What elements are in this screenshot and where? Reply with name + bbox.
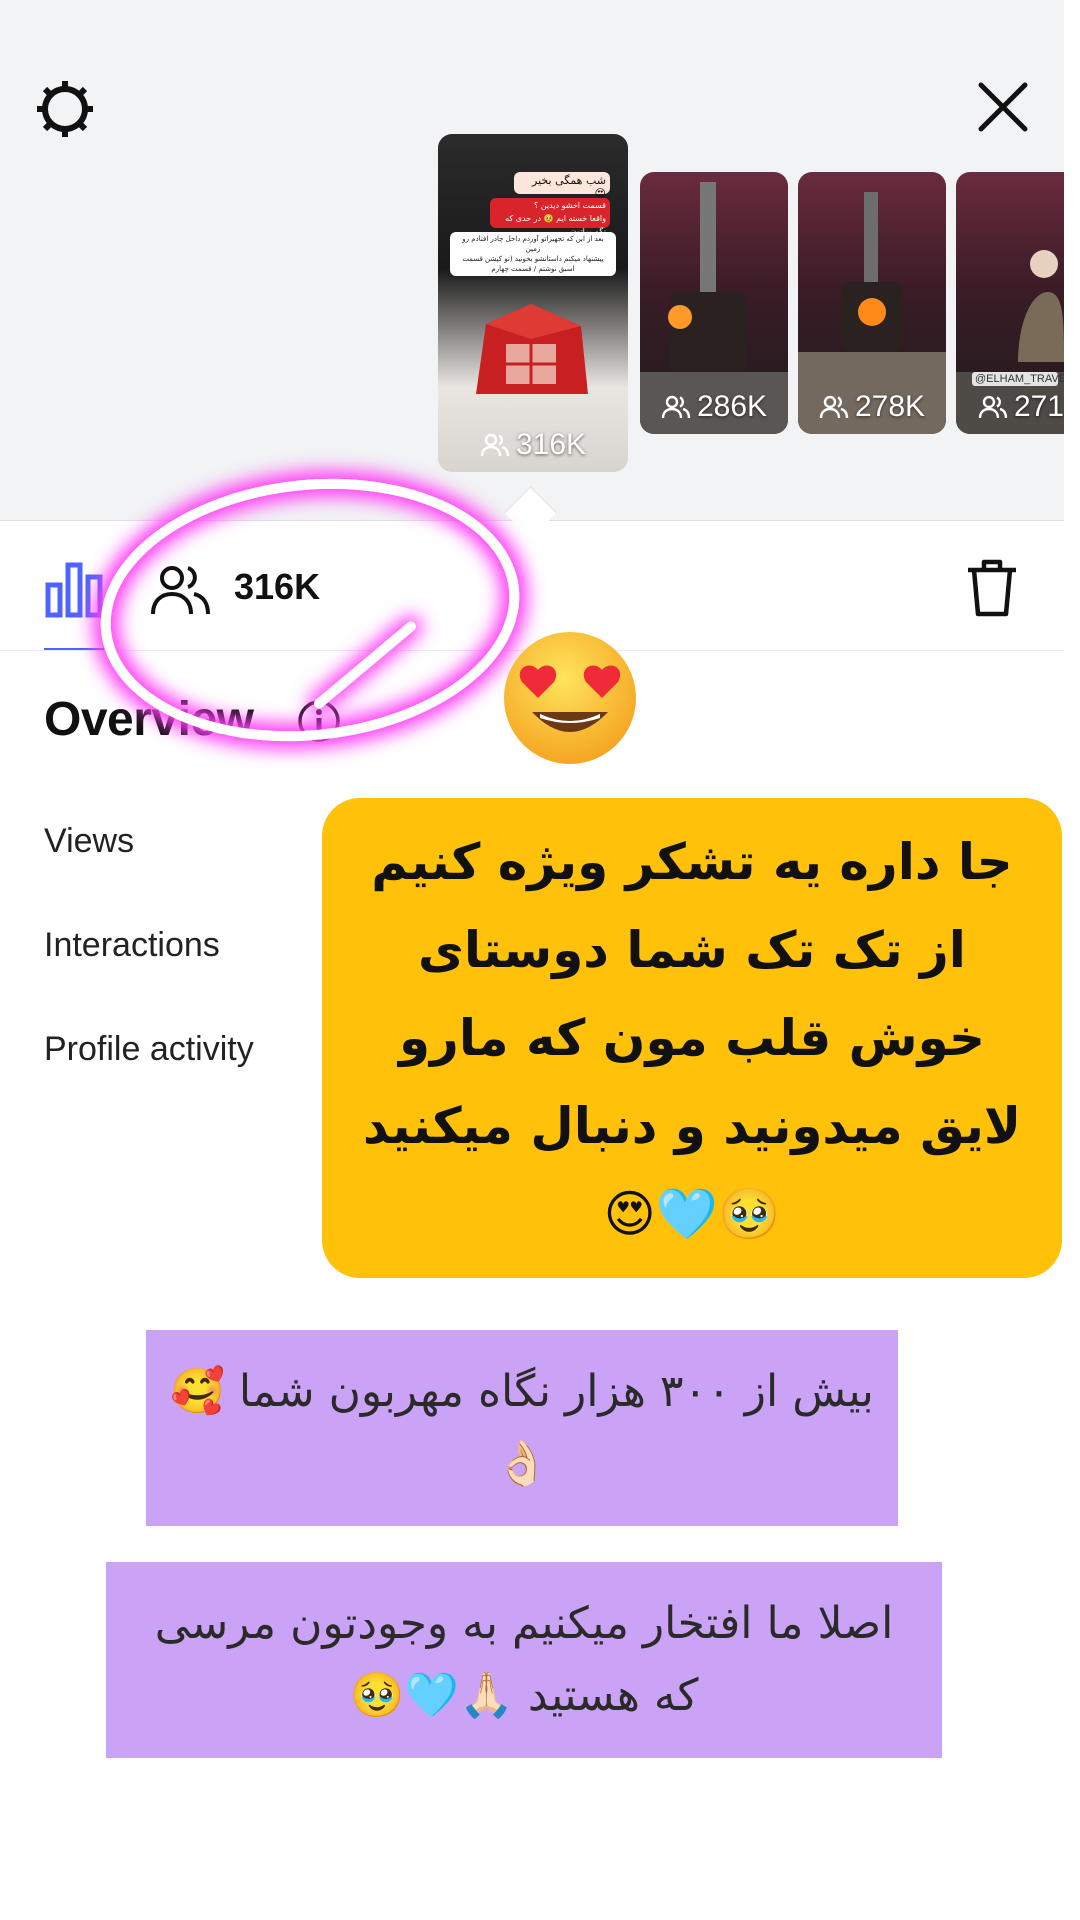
people-icon [661,395,691,419]
story-thumbnail[interactable]: @ELHAM_TRAVELL 271 [956,172,1064,434]
gratitude-caption: اصلا ما افتخار میکنیم به وجودتون مرسی که… [106,1562,942,1758]
settings-button[interactable] [30,74,100,144]
story-caption-line: بعد از این که تجهیزاتو آوردم داخل چادر ا… [462,235,604,253]
gratitude-caption-text: اصلا ما افتخار میکنیم به وجودتون مرسی که… [154,1598,894,1721]
people-icon [480,433,510,457]
heart-eyes-emoji [504,632,636,764]
story-caption-line: اسبق نوشتم / قسمت چهارم [491,265,575,273]
story-view-count: 271 [956,390,1064,424]
story-view-count-label: 271 [1013,390,1064,423]
thank-you-caption: جا داره یه تشکر ویژه کنیم از تک تک شما د… [322,798,1062,1278]
story-view-count: 278K [798,390,946,424]
story-thumbnail-selected[interactable]: شب همگی بخیر 😍 قسمت اخشو دیدین ؟ واقعا خ… [438,134,628,472]
chart-tab[interactable] [44,558,104,620]
story-thumbnail[interactable]: 278K [798,172,946,434]
story-caption-body: بعد از این که تجهیزاتو آوردم داخل چادر ا… [450,232,616,276]
gear-icon [37,81,93,137]
views-caption-text: بیش از ۳۰۰ هزار نگاه مهربون شما 🥰👌🏻 [170,1366,874,1489]
metric-views[interactable]: Views [44,822,134,861]
story-caption-title: شب همگی بخیر 😍 [514,172,610,200]
metric-profile-activity[interactable]: Profile activity [44,1030,254,1069]
story-view-count: 316K [438,428,628,462]
metric-interactions[interactable]: Interactions [44,926,220,965]
story-view-count: 286K [640,390,788,424]
trash-icon [968,559,1016,617]
close-icon [978,82,1028,132]
delete-button[interactable] [962,556,1022,620]
story-handle: @ELHAM_TRAVELL [972,372,1064,386]
bar-chart-icon [45,562,103,618]
people-icon [819,395,849,419]
story-caption-red: قسمت اخشو دیدین ؟ واقعا خسته ایم 🥹 در حد… [490,198,610,236]
story-caption-line: پیشنهاد میکنم داستانشو بخونید (تو کپشن ق… [462,255,604,263]
tent-image [476,304,588,394]
close-button[interactable] [970,74,1036,140]
thank-you-text: جا داره یه تشکر ویژه کنیم از تک تک شما د… [362,833,1022,1243]
views-caption: بیش از ۳۰۰ هزار نگاه مهربون شما 🥰👌🏻 [146,1330,898,1526]
edge-strip [1064,0,1080,1920]
story-thumbnail[interactable]: 286K [640,172,788,434]
story-view-count-label: 286K [696,390,768,423]
people-icon [978,395,1008,419]
story-caption-line: قسمت اخشو دیدین ؟ [533,201,606,210]
story-view-count-label: 316K [515,428,587,461]
story-view-count-label: 278K [854,390,926,423]
